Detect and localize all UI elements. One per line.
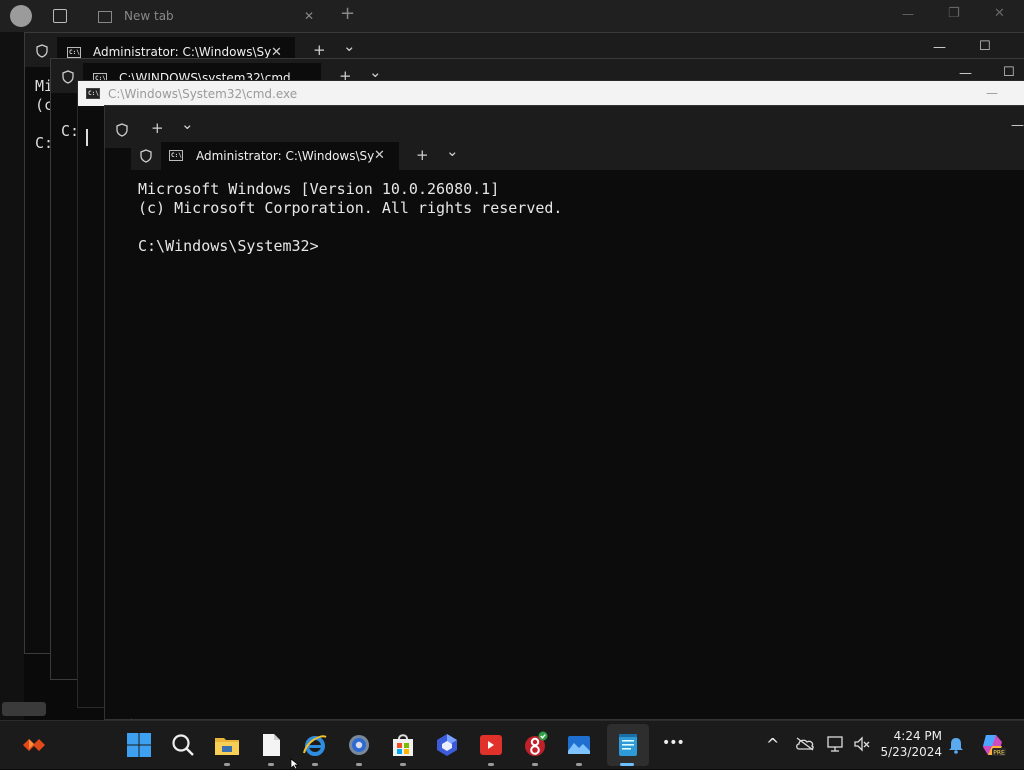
network-icon[interactable] [827, 736, 845, 752]
file-explorer-icon[interactable] [213, 731, 241, 759]
tray-chevron-icon[interactable]: ^ [766, 735, 779, 754]
running-indicator [356, 763, 362, 766]
running-indicator [488, 763, 494, 766]
shield-icon [116, 123, 128, 137]
settings-icon[interactable] [345, 731, 373, 759]
taskbar: ••• ^ 4:24 PM 5/23/2024 PRE [0, 720, 1024, 769]
search-icon[interactable] [169, 731, 197, 759]
tab-dropdown-button[interactable]: ⌄ [369, 65, 382, 80]
internet-explorer-icon[interactable] [301, 731, 329, 759]
running-indicator [532, 763, 538, 766]
mouse-pointer-icon [290, 758, 300, 770]
clock-time: 4:24 PM [893, 729, 942, 743]
remote-app-icon[interactable] [477, 731, 505, 759]
running-indicator [312, 763, 318, 766]
minimize-button[interactable]: — [1011, 119, 1024, 132]
new-tab-button[interactable]: + [313, 43, 326, 58]
window-title: C:\Windows\System32\cmd.exe [108, 87, 298, 101]
more-icon[interactable]: ••• [662, 735, 685, 751]
browser-close-button[interactable]: ✕ [994, 6, 1005, 21]
tab-label: Administrator: C:\Windows\Sy [196, 149, 375, 163]
taskbar-clock[interactable]: 4:24 PM 5/23/2024 [872, 729, 942, 759]
widgets-icon[interactable] [20, 731, 48, 759]
profile-avatar-icon[interactable] [10, 5, 32, 27]
title-bar: C:\ C:\Windows\System32\cmd.exe — [78, 81, 1024, 106]
browser-restore-button[interactable]: ❐ [948, 6, 960, 21]
start-icon[interactable] [125, 731, 153, 759]
scrollbar-fragment[interactable] [2, 702, 46, 716]
terminal-line: (c) Microsoft Corporation. All rights re… [138, 199, 563, 217]
minimize-button[interactable]: — [959, 67, 972, 80]
running-indicator [576, 763, 582, 766]
copilot-pre-icon[interactable]: PRE [980, 732, 1006, 758]
terminal-line: Microsoft Windows [Version 10.0.26080.1] [138, 180, 500, 198]
new-tab-button[interactable]: + [416, 148, 429, 163]
store-icon[interactable] [389, 731, 417, 759]
browser-tab-label: New tab [124, 9, 174, 23]
new-tab-button[interactable]: + [340, 3, 355, 24]
page-icon [98, 11, 112, 23]
desktop-edge [0, 32, 24, 720]
close-icon[interactable]: ✕ [304, 9, 314, 23]
maximize-button[interactable]: ☐ [1003, 66, 1015, 79]
tab-label: Administrator: C:\Windows\Sy [93, 45, 272, 59]
tab-dropdown-button[interactable]: ⌄ [181, 117, 194, 132]
browser-window-strip: New tab ✕ + — ❐ ✕ [0, 0, 1024, 32]
running-indicator [268, 763, 274, 766]
tab-dropdown-button[interactable]: ⌄ [446, 144, 459, 159]
running-indicator [400, 763, 406, 766]
close-icon[interactable]: ✕ [374, 149, 385, 162]
minimize-button[interactable]: — [933, 41, 946, 54]
copilot-icon[interactable] [433, 731, 461, 759]
new-tab-button[interactable]: + [151, 121, 164, 136]
app-8-icon[interactable] [521, 731, 549, 759]
clock-date: 5/23/2024 [880, 745, 942, 759]
minimize-button[interactable]: — [986, 86, 998, 100]
notification-bell-icon[interactable] [948, 736, 964, 754]
cmd-icon: C:\ [86, 88, 100, 99]
terminal-tab-active[interactable]: C:\ Administrator: C:\Windows\Sy ✕ [161, 142, 399, 170]
cmd-icon: C:\ [67, 47, 81, 58]
shield-icon [140, 149, 152, 163]
shield-icon [36, 44, 48, 58]
running-indicator [224, 763, 230, 766]
running-indicator-active [620, 763, 634, 766]
cmd-icon: C:\ [169, 150, 183, 161]
pre-badge-label: PRE [993, 750, 1005, 757]
photos-icon[interactable] [565, 731, 593, 759]
text-cursor [86, 129, 88, 146]
tab-actions-icon[interactable] [53, 9, 67, 23]
onedrive-offline-icon[interactable] [795, 737, 815, 751]
notepad-icon[interactable] [614, 731, 642, 759]
active-tab-bar: C:\ Administrator: C:\Windows\Sy ✕ + ⌄ [131, 142, 1024, 170]
notepad-file-icon[interactable] [257, 731, 285, 759]
shield-icon [62, 70, 74, 84]
browser-minimize-button[interactable]: — [902, 7, 914, 21]
tab-dropdown-button[interactable]: ⌄ [343, 39, 356, 54]
maximize-button[interactable]: ☐ [979, 40, 991, 53]
inner-terminal-left-gutter [105, 148, 132, 719]
terminal-prompt: C:\Windows\System32> [138, 237, 319, 255]
volume-muted-icon[interactable] [853, 736, 871, 752]
browser-tab[interactable]: New tab ✕ [88, 4, 328, 30]
